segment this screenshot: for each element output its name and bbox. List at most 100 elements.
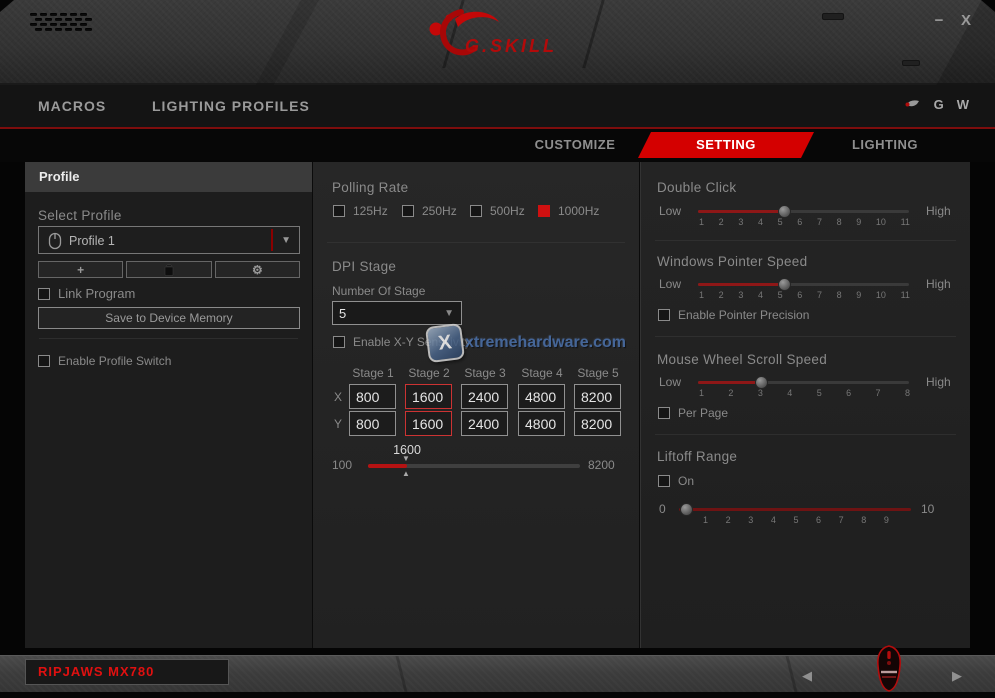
- tick-label: 1: [699, 290, 704, 300]
- low-label: Low: [659, 204, 681, 218]
- dpi-y-stage4-input[interactable]: [518, 411, 565, 436]
- dpi-x-stage3-input[interactable]: [461, 384, 508, 409]
- trash-icon: [164, 264, 174, 276]
- menu-lighting-profiles[interactable]: LIGHTING PROFILES: [152, 98, 310, 114]
- link-program-checkbox[interactable]: [38, 288, 50, 300]
- stage3-header: Stage 3: [460, 366, 510, 380]
- dpi-y-stage2-input[interactable]: [405, 411, 452, 436]
- double-click-slider[interactable]: [698, 210, 909, 213]
- low-label: Low: [659, 277, 681, 291]
- g-link[interactable]: G: [934, 97, 944, 112]
- tick-label: 10: [876, 290, 886, 300]
- liftoff-min-label: 0: [659, 502, 666, 516]
- number-of-stage-label: Number Of Stage: [332, 284, 425, 298]
- liftoff-slider-knob[interactable]: [680, 503, 693, 516]
- dpi-x-stage5-input[interactable]: [574, 384, 621, 409]
- minimize-button[interactable]: −: [930, 12, 948, 29]
- tick-label: 5: [817, 388, 822, 398]
- save-to-device-button[interactable]: Save to Device Memory: [38, 307, 300, 329]
- polling-500hz-checkbox[interactable]: [470, 205, 482, 217]
- number-of-stage-dropdown[interactable]: 5 ▼: [332, 301, 462, 325]
- polling-1000hz-checkbox[interactable]: [538, 205, 550, 217]
- y-row-label: Y: [334, 417, 342, 431]
- dpi-y-stage5-input[interactable]: [574, 411, 621, 436]
- profile-panel-header: Profile: [25, 162, 312, 192]
- pointer-speed-ticks: 1234567891011: [699, 290, 910, 300]
- w-link[interactable]: W: [957, 97, 969, 112]
- liftoff-on-checkbox[interactable]: [658, 475, 670, 487]
- device-mouse-icon[interactable]: [872, 644, 906, 694]
- profile-dropdown[interactable]: Profile 1 ▼: [38, 226, 300, 254]
- link-program-label: Link Program: [58, 286, 135, 301]
- mouse-icon: [47, 232, 63, 250]
- liftoff-on-label: On: [678, 474, 694, 488]
- settings-middle-panel: Polling Rate 125Hz 250Hz 500Hz 1000Hz DP…: [313, 162, 640, 648]
- dpi-x-stage1-input[interactable]: [349, 384, 396, 409]
- dpi-slider-fill: [368, 464, 407, 468]
- polling-125hz-checkbox[interactable]: [333, 205, 345, 217]
- chevron-down-icon[interactable]: ▼: [281, 235, 291, 246]
- tick-label: 8: [905, 388, 910, 398]
- close-button[interactable]: X: [957, 12, 975, 29]
- next-device-arrow[interactable]: ▶: [952, 668, 962, 684]
- panel-notch: [902, 60, 920, 66]
- tick-label: 1: [703, 515, 708, 525]
- panel-notch: [822, 13, 844, 20]
- dpi-max-label: 8200: [588, 458, 615, 472]
- app-window: G.SKILL − X MACROS LIGHTING PROFILES G W…: [0, 0, 995, 698]
- xy-sensitivity-checkbox[interactable]: [333, 336, 345, 348]
- enable-profile-switch-checkbox[interactable]: [38, 355, 50, 367]
- gskill-device-icon[interactable]: [904, 99, 921, 110]
- polling-250hz-checkbox[interactable]: [402, 205, 414, 217]
- selected-profile: Profile 1: [69, 234, 115, 248]
- bottom-strip: [0, 692, 995, 698]
- menu-macros[interactable]: MACROS: [38, 98, 106, 114]
- liftoff-ticks: 123456789: [703, 515, 889, 525]
- settings-right-panel: Double Click Low High 1234567891011 Wind…: [640, 162, 970, 648]
- polling-1000hz-label: 1000Hz: [558, 204, 599, 218]
- pointer-speed-slider-fill: [698, 283, 784, 286]
- tick-label: 3: [748, 515, 753, 525]
- tick-label: 6: [846, 388, 851, 398]
- tab-customize[interactable]: CUSTOMIZE: [500, 137, 650, 152]
- scroll-speed-slider[interactable]: [698, 381, 909, 384]
- profile-panel: Profile Select Profile Profile 1 ▼ + ⚙ L…: [25, 162, 313, 648]
- per-page-checkbox[interactable]: [658, 407, 670, 419]
- dpi-slider[interactable]: ▼ ▲: [368, 464, 580, 468]
- tick-label: 3: [738, 290, 743, 300]
- section-divider: [655, 434, 956, 435]
- tick-label: 7: [817, 290, 822, 300]
- dpi-x-stage4-input[interactable]: [518, 384, 565, 409]
- dpi-y-stage1-input[interactable]: [349, 411, 396, 436]
- liftoff-slider[interactable]: [679, 508, 911, 511]
- stage4-header: Stage 4: [517, 366, 567, 380]
- tab-lighting[interactable]: LIGHTING: [820, 137, 950, 152]
- high-label: High: [926, 204, 951, 218]
- section-divider: [327, 242, 625, 243]
- tick-label: 3: [738, 217, 743, 227]
- tick-label: 2: [719, 290, 724, 300]
- dpi-x-stage2-input[interactable]: [405, 384, 452, 409]
- tab-setting[interactable]: SETTING: [638, 132, 814, 158]
- dpi-y-stage3-input[interactable]: [461, 411, 508, 436]
- tab-setting-label: SETTING: [638, 132, 814, 158]
- tick-label: 4: [787, 388, 792, 398]
- profile-settings-button[interactable]: ⚙: [215, 261, 300, 278]
- prev-device-arrow[interactable]: ◀: [802, 668, 812, 684]
- delete-profile-button[interactable]: [126, 261, 211, 278]
- dpi-marker-up-icon[interactable]: ▲: [402, 470, 410, 478]
- tick-label: 7: [817, 217, 822, 227]
- add-profile-button[interactable]: +: [38, 261, 123, 278]
- pointer-speed-slider[interactable]: [698, 283, 909, 286]
- pointer-precision-checkbox[interactable]: [658, 309, 670, 321]
- tick-label: 6: [797, 217, 802, 227]
- menu-bar: MACROS LIGHTING PROFILES G W: [0, 85, 995, 127]
- polling-125hz-label: 125Hz: [353, 204, 388, 218]
- tick-label: 8: [837, 217, 842, 227]
- pointer-speed-title: Windows Pointer Speed: [657, 254, 807, 269]
- select-profile-label: Select Profile: [38, 208, 122, 223]
- stage5-header: Stage 5: [573, 366, 623, 380]
- dpi-marker-down-icon[interactable]: ▼: [402, 455, 410, 463]
- section-divider: [39, 338, 298, 339]
- liftoff-max-label: 10: [921, 502, 934, 516]
